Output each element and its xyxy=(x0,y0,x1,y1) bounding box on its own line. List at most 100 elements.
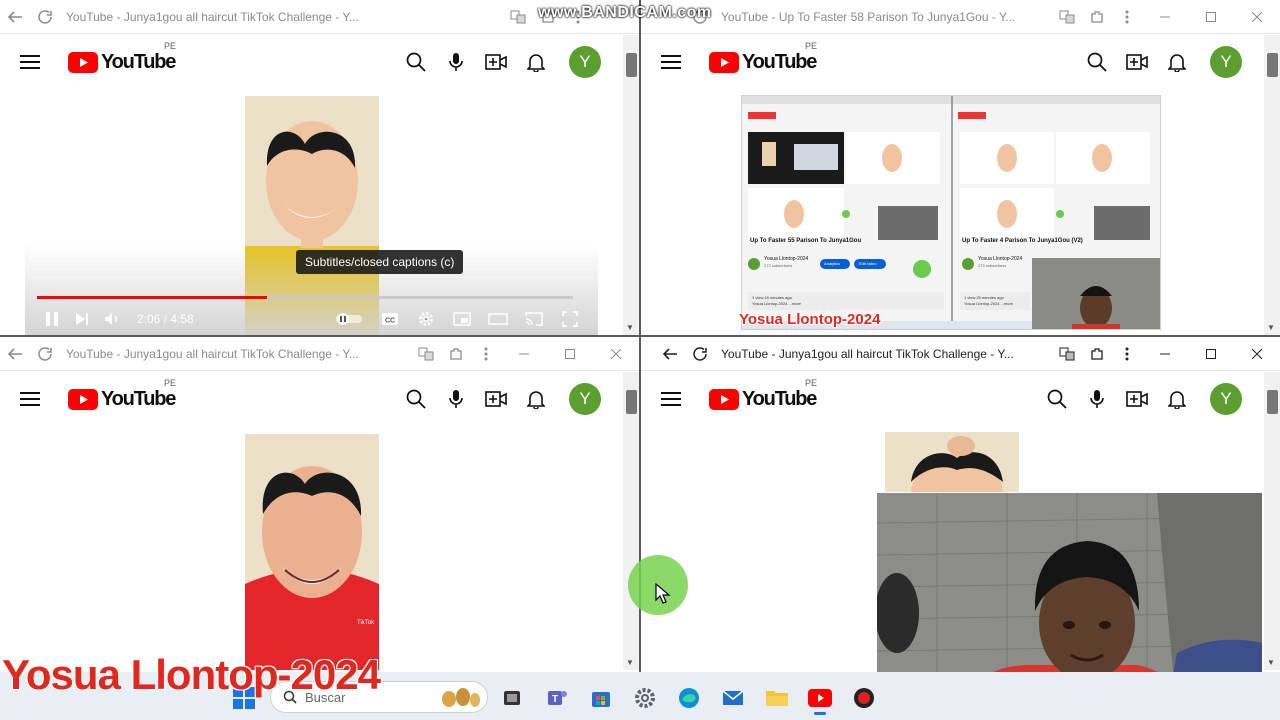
bandicam-taskbar-button[interactable] xyxy=(850,684,878,712)
more-menu-button[interactable] xyxy=(471,339,501,369)
account-avatar[interactable]: Y xyxy=(1210,46,1242,78)
more-menu-button[interactable] xyxy=(1112,339,1142,369)
youtube-logo[interactable]: YouTube PE xyxy=(68,41,176,74)
settings-button[interactable] xyxy=(411,306,441,332)
translate-button[interactable] xyxy=(503,2,533,32)
settings-app-button[interactable] xyxy=(631,684,659,712)
youtube-play-icon xyxy=(709,51,739,73)
search-button[interactable] xyxy=(403,386,429,412)
youtube-header: YouTube PE Y xyxy=(0,35,619,89)
voice-search-button[interactable] xyxy=(443,386,469,412)
close-button[interactable] xyxy=(1234,0,1280,34)
more-menu-button[interactable] xyxy=(1112,2,1142,32)
translate-button[interactable] xyxy=(411,339,441,369)
subtitles-button[interactable]: CC xyxy=(375,306,405,332)
notifications-button[interactable] xyxy=(1164,49,1190,75)
guide-menu-button[interactable] xyxy=(651,379,691,419)
fullscreen-button[interactable] xyxy=(555,306,585,332)
close-button[interactable] xyxy=(1234,337,1280,371)
search-button[interactable] xyxy=(1084,49,1110,75)
reload-button[interactable] xyxy=(30,2,60,32)
extensions-button[interactable] xyxy=(441,339,471,369)
guide-menu-button[interactable] xyxy=(10,42,50,82)
reload-button[interactable] xyxy=(30,339,60,369)
edge-button[interactable] xyxy=(675,684,703,712)
store-button[interactable] xyxy=(587,684,615,712)
scroll-thumb[interactable] xyxy=(1267,53,1278,77)
minimize-button[interactable] xyxy=(501,337,547,371)
maximize-button[interactable] xyxy=(547,337,593,371)
translate-icon xyxy=(1059,10,1075,23)
miniplayer-button[interactable] xyxy=(447,306,477,332)
translate-button[interactable] xyxy=(1052,339,1082,369)
scroll-down-icon[interactable]: ▼ xyxy=(626,658,634,667)
autoplay-toggle[interactable] xyxy=(329,306,369,332)
create-button[interactable] xyxy=(483,386,509,412)
youtube-logo[interactable]: YouTube PE xyxy=(68,378,176,411)
voice-search-button[interactable] xyxy=(443,49,469,75)
video-frame[interactable]: TikTok xyxy=(245,434,379,670)
teams-button[interactable]: T xyxy=(543,684,571,712)
scroll-thumb[interactable] xyxy=(626,53,637,77)
back-button[interactable] xyxy=(0,339,30,369)
reload-icon xyxy=(38,9,52,24)
search-button[interactable] xyxy=(403,49,429,75)
guide-menu-button[interactable] xyxy=(10,379,50,419)
minimize-button[interactable] xyxy=(1142,0,1188,34)
search-icon xyxy=(406,389,426,409)
pause-button[interactable] xyxy=(37,306,67,332)
page-scrollbar[interactable]: ▼ xyxy=(1264,372,1280,670)
scroll-down-icon[interactable]: ▼ xyxy=(626,323,634,332)
extensions-button[interactable] xyxy=(1082,339,1112,369)
voice-search-button[interactable] xyxy=(1084,386,1110,412)
notifications-button[interactable] xyxy=(1164,386,1190,412)
minimize-icon xyxy=(1160,353,1170,354)
youtube-logo[interactable]: YouTube PE xyxy=(709,378,817,411)
volume-button[interactable] xyxy=(97,306,127,332)
maximize-button[interactable] xyxy=(1188,0,1234,34)
bell-icon xyxy=(527,54,545,72)
mail-button[interactable] xyxy=(719,684,747,712)
create-button[interactable] xyxy=(1124,386,1150,412)
page-scrollbar[interactable]: ▼ xyxy=(1264,35,1280,335)
youtube-taskbar-button[interactable] xyxy=(806,684,834,712)
translate-button[interactable] xyxy=(1052,2,1082,32)
guide-menu-button[interactable] xyxy=(651,42,691,82)
nested-watermark: Yosua Llontop-2024 xyxy=(739,311,881,328)
page-scrollbar[interactable]: ▼ xyxy=(623,35,639,335)
account-avatar[interactable]: Y xyxy=(569,383,601,415)
reload-button[interactable] xyxy=(685,339,715,369)
scroll-thumb[interactable] xyxy=(1267,390,1278,414)
create-button[interactable] xyxy=(1124,49,1150,75)
scroll-down-icon[interactable]: ▼ xyxy=(1267,323,1275,332)
file-explorer-button[interactable] xyxy=(763,684,791,712)
account-avatar[interactable]: Y xyxy=(569,46,601,78)
back-button[interactable] xyxy=(0,2,30,32)
close-button[interactable] xyxy=(593,337,639,371)
progress-bar[interactable] xyxy=(37,296,573,299)
country-code: PE xyxy=(805,40,818,51)
next-button[interactable] xyxy=(67,306,97,332)
time-display: 2:06 / 4:58 xyxy=(137,312,194,326)
video-frame[interactable] xyxy=(885,432,1019,492)
nested-video-frame[interactable]: Up To Faster 55 Parison To Junya1Gou Up … xyxy=(741,95,1161,330)
youtube-logo[interactable]: YouTube PE xyxy=(709,41,817,74)
extensions-button[interactable] xyxy=(1082,2,1112,32)
create-button[interactable] xyxy=(483,49,509,75)
scroll-thumb[interactable] xyxy=(626,390,637,414)
scroll-down-icon[interactable]: ▼ xyxy=(1267,658,1275,667)
maximize-button[interactable] xyxy=(1188,337,1234,371)
page-scrollbar[interactable]: ▼ xyxy=(623,372,639,670)
kebab-icon xyxy=(484,347,488,360)
task-view-button[interactable] xyxy=(498,684,526,712)
notifications-button[interactable] xyxy=(523,386,549,412)
back-button[interactable] xyxy=(655,339,685,369)
theater-mode-button[interactable] xyxy=(483,306,513,332)
search-button[interactable] xyxy=(1044,386,1070,412)
cast-button[interactable] xyxy=(519,306,549,332)
minimize-button[interactable] xyxy=(1142,337,1188,371)
puzzle-icon xyxy=(450,347,462,360)
notifications-button[interactable] xyxy=(523,49,549,75)
account-avatar[interactable]: Y xyxy=(1210,383,1242,415)
reload-icon xyxy=(693,346,707,361)
